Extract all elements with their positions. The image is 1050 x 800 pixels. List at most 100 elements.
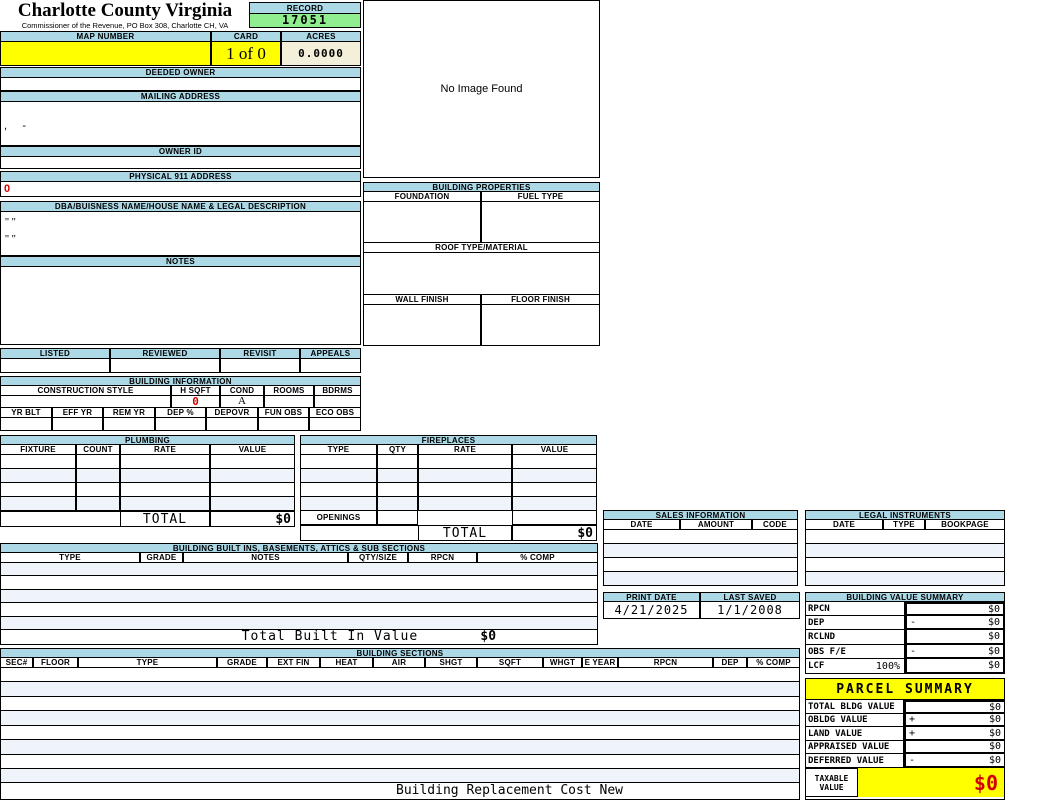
- sales-col-amount: AMOUNT: [680, 520, 752, 530]
- notes-header: NOTES: [0, 256, 361, 267]
- bs-col-sqft: SQFT: [477, 658, 543, 668]
- bvs-value: $0: [987, 645, 1000, 657]
- yrblt-value: [0, 418, 52, 431]
- depovr-header: DEPOVR: [206, 408, 258, 418]
- bvs-row-rpcn: RPCN $0: [805, 602, 1005, 616]
- sales-col-date: DATE: [603, 520, 680, 530]
- bvs-label: DEP: [805, 616, 905, 630]
- parcel-id-block: MAP NUMBER CARD ACRES 1 of 0 0.0000: [0, 31, 361, 66]
- review-value-listed: [0, 359, 110, 373]
- built-ins-col-pcomp: % COMP: [477, 553, 598, 563]
- parcel-value: $0: [988, 701, 1001, 713]
- legal-col-type: TYPE: [883, 520, 925, 530]
- roof-value: [363, 253, 600, 295]
- acres-header: ACRES: [281, 31, 361, 42]
- taxable-value-row: TAXABLE VALUE $0: [806, 768, 1004, 797]
- table-row: [300, 469, 597, 483]
- built-ins-col-rpcn: RPCN: [408, 553, 477, 563]
- card-header: CARD: [211, 31, 281, 42]
- bs-col-floor: FLOOR: [33, 658, 78, 668]
- table-row: [805, 544, 1005, 558]
- bvs-lcf-pct: 100%: [875, 660, 900, 672]
- rooms-value: [264, 396, 314, 408]
- table-row: [805, 558, 1005, 572]
- dates-block: PRINT DATE LAST SAVED 4/21/2025 1/1/2008: [603, 592, 800, 619]
- table-row: [603, 558, 798, 572]
- fireplaces-col-rate: RATE: [418, 445, 512, 455]
- mailing-address-header: MAILING ADDRESS: [0, 91, 361, 102]
- construction-style-value: [0, 396, 171, 408]
- last-saved-value: 1/1/2008: [700, 602, 800, 619]
- table-row: [0, 603, 598, 617]
- table-row: [603, 530, 798, 544]
- remyr-value: [103, 418, 155, 431]
- bs-col-air: AIR: [373, 658, 425, 668]
- county-title: Charlotte County Virginia: [17, 0, 233, 21]
- property-photo-placeholder: No Image Found: [363, 0, 600, 178]
- effyr-header: EFF YR: [52, 408, 103, 418]
- fireplaces-openings-row: OPENINGS: [300, 511, 597, 525]
- building-information-title: BUILDING INFORMATION: [0, 376, 361, 386]
- sales-information-title: SALES INFORMATION: [603, 510, 798, 520]
- parcel-summary: PARCEL SUMMARY TOTAL BLDG VALUE $0 OBLDG…: [805, 678, 1005, 800]
- table-row: [0, 740, 800, 755]
- bvs-label: OBS F/E: [805, 645, 905, 659]
- fireplaces-table: FIREPLACES TYPE QTY RATE VALUE OPENINGS …: [300, 435, 597, 541]
- plumbing-col-count: COUNT: [76, 445, 120, 455]
- parcel-row-deferred: DEFERRED VALUE - $0: [806, 754, 1004, 768]
- review-header-appeals: APPEALS: [300, 348, 361, 359]
- parcel-op: +: [909, 714, 916, 725]
- hsqft-value: 0: [171, 396, 220, 408]
- parcel-value: $0: [988, 727, 1001, 739]
- table-row: [0, 455, 295, 469]
- fireplaces-total-row: TOTAL $0: [300, 525, 597, 541]
- sales-information-table: SALES INFORMATION DATE AMOUNT CODE: [603, 510, 798, 586]
- parcel-summary-title: PARCEL SUMMARY: [806, 679, 1004, 700]
- building-sections-footer-row: Building Replacement Cost New: [0, 783, 800, 800]
- bs-col-type: TYPE: [78, 658, 217, 668]
- parcel-value: $0: [988, 741, 1001, 752]
- bs-col-grade: GRADE: [217, 658, 267, 668]
- table-row: [300, 497, 597, 511]
- bvs-value: $0: [987, 631, 1000, 642]
- table-row: [0, 483, 295, 497]
- ecoobs-value: [309, 418, 361, 431]
- bvs-label: RPCN: [805, 602, 905, 616]
- floor-finish-value: [481, 305, 600, 346]
- plumbing-total-label: TOTAL: [120, 512, 210, 527]
- funobs-header: FUN OBS: [258, 408, 309, 418]
- bs-col-rpcn: RPCN: [618, 658, 713, 668]
- bvs-value: $0: [987, 616, 1000, 628]
- map-number-value: [0, 42, 211, 66]
- table-row: [0, 497, 295, 511]
- bdrms-header: BDRMS: [314, 386, 361, 396]
- table-row: [0, 590, 598, 603]
- table-row: [300, 483, 597, 497]
- fuel-type-header: FUEL TYPE: [481, 192, 600, 202]
- built-ins-total-label: Total Built In Value: [241, 629, 419, 644]
- fireplaces-col-type: TYPE: [300, 445, 377, 455]
- foundation-header: FOUNDATION: [363, 192, 481, 202]
- fireplaces-openings-value: [377, 511, 418, 525]
- depovr-value: [206, 418, 258, 431]
- table-row: [0, 755, 800, 769]
- bs-col-pcomp: % COMP: [747, 658, 800, 668]
- wall-finish-value: [363, 305, 481, 346]
- taxable-value-label: TAXABLE VALUE: [806, 768, 858, 797]
- deppct-header: DEP %: [155, 408, 206, 418]
- deeded-owner-value: [0, 78, 361, 91]
- fuel-type-value: [481, 202, 600, 243]
- parcel-label: OBLDG VALUE: [806, 714, 904, 727]
- building-sections-title: BUILDING SECTIONS: [0, 648, 800, 658]
- deeded-owner-header: DEEDED OWNER: [0, 67, 361, 78]
- review-header-reviewed: REVIEWED: [110, 348, 220, 359]
- parcel-label: LAND VALUE: [806, 727, 904, 741]
- review-header-listed: LISTED: [0, 348, 110, 359]
- parcel-label: APPRAISED VALUE: [806, 741, 904, 754]
- review-block: LISTED REVIEWED REVISIT APPEALS: [0, 348, 361, 373]
- bs-col-sec: SEC#: [0, 658, 33, 668]
- legal-instruments-table: LEGAL INSTRUMENTS DATE TYPE BOOKPAGE: [805, 510, 1005, 586]
- parcel-value: $0: [988, 754, 1001, 766]
- parcel-row-appraised: APPRAISED VALUE $0: [806, 741, 1004, 754]
- bvs-row-lcf: LCF 100% $0: [805, 659, 1005, 674]
